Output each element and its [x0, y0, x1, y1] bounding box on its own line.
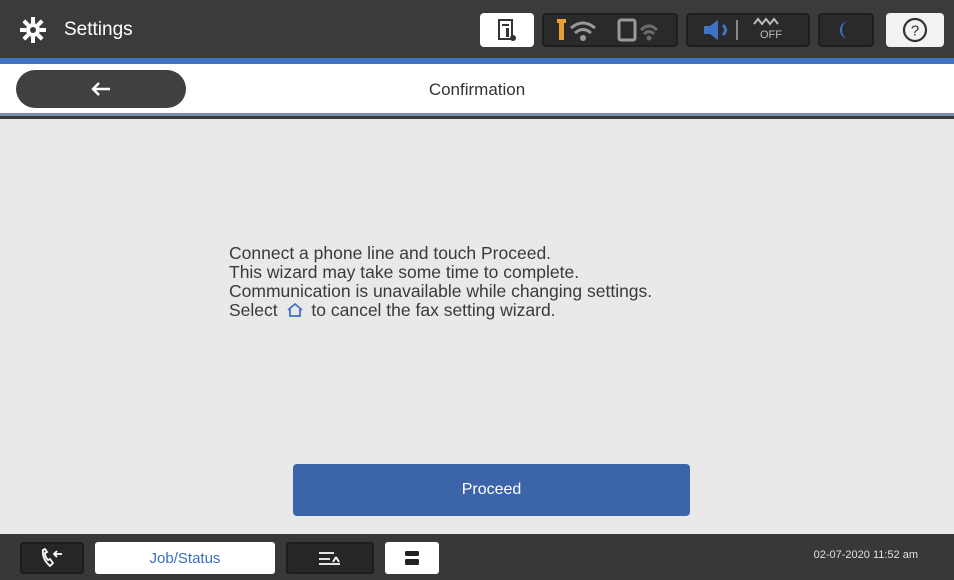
- content-area: Connect a phone line and touch Proceed. …: [0, 119, 954, 534]
- sleep-moon-icon: [839, 21, 849, 39]
- fax-dial-button[interactable]: [20, 542, 84, 574]
- home-icon: [286, 302, 303, 317]
- network-status-button[interactable]: [542, 13, 678, 47]
- message-line-4-end: to cancel the fax setting wizard.: [311, 300, 556, 320]
- send-list-icon: [319, 552, 340, 565]
- wifi-icon: [557, 19, 596, 41]
- proceed-button[interactable]: Proceed: [293, 464, 690, 516]
- send-status-button[interactable]: [286, 542, 374, 574]
- sound-fax-status-button[interactable]: OFF: [686, 13, 810, 47]
- fax-off-icon: OFF: [748, 16, 798, 44]
- arrow-left-icon: [91, 82, 110, 96]
- fax-off-label: OFF: [760, 29, 782, 41]
- message-line-4-start: Select: [229, 300, 278, 320]
- wifi-direct-icon: [617, 18, 659, 42]
- settings-title-area: Settings: [18, 14, 133, 46]
- printer-icon: [405, 551, 419, 565]
- bottom-bar: Job/Status 02-07-2020 11:52 am: [0, 534, 954, 580]
- printer-screen: Settings OFF ? Confirmation Connect a ph…: [0, 0, 954, 580]
- message-line-4: Select to cancel the fax setting wizard.: [229, 301, 789, 320]
- ink-status-button[interactable]: [480, 13, 534, 47]
- page-title: Settings: [64, 19, 133, 40]
- job-status-button[interactable]: Job/Status: [95, 542, 275, 574]
- print-queue-button[interactable]: [385, 542, 439, 574]
- help-icon: ?: [902, 17, 928, 43]
- speaker-icon: [704, 20, 738, 40]
- top-status-bar: Settings OFF ?: [0, 0, 954, 58]
- message-line-1: Connect a phone line and touch Proceed.: [229, 243, 552, 263]
- fax-dial-icon: [41, 547, 62, 568]
- job-status-label: Job/Status: [149, 549, 221, 567]
- back-button[interactable]: [16, 70, 186, 108]
- date-time: 02-07-2020 11:52 am: [813, 549, 918, 561]
- gear-icon: [20, 17, 46, 43]
- confirmation-message: Connect a phone line and touch Proceed. …: [229, 244, 789, 320]
- sleep-button[interactable]: [818, 13, 874, 47]
- message-line-3: Communication is unavailable while chang…: [229, 281, 653, 301]
- ink-status-icon: [498, 19, 516, 41]
- help-button[interactable]: ?: [886, 13, 944, 47]
- message-line-2: This wizard may take some time to comple…: [229, 262, 580, 282]
- header-bar: Confirmation: [0, 64, 954, 116]
- svg-text:?: ?: [911, 23, 919, 40]
